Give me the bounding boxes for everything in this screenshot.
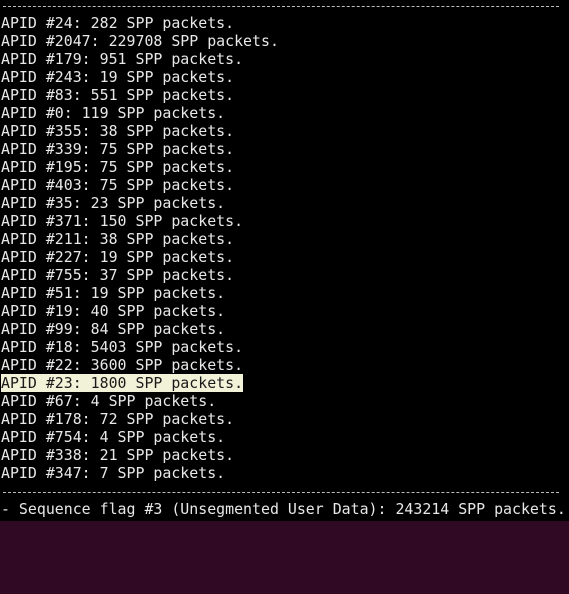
packet-line: APID #243: 19 SPP packets. bbox=[1, 68, 235, 86]
packet-line: APID #195: 75 SPP packets. bbox=[1, 158, 235, 176]
top-separator bbox=[3, 6, 559, 7]
packet-line: APID #347: 7 SPP packets. bbox=[1, 464, 226, 482]
packet-line: APID #18: 5403 SPP packets. bbox=[1, 338, 244, 356]
sequence-flag-summary: - Sequence flag #3 (Unsegmented User Dat… bbox=[1, 500, 566, 518]
packet-line: APID #371: 150 SPP packets. bbox=[1, 212, 244, 230]
packet-line: APID #0: 119 SPP packets. bbox=[1, 104, 226, 122]
packet-line: APID #19: 40 SPP packets. bbox=[1, 302, 226, 320]
packet-line: APID #22: 3600 SPP packets. bbox=[1, 356, 244, 374]
packet-line: APID #83: 551 SPP packets. bbox=[1, 86, 235, 104]
packet-line: APID #754: 4 SPP packets. bbox=[1, 428, 226, 446]
packet-line: APID #35: 23 SPP packets. bbox=[1, 194, 226, 212]
bottom-separator bbox=[3, 492, 559, 493]
packet-line: APID #339: 75 SPP packets. bbox=[1, 140, 235, 158]
packet-line: APID #211: 38 SPP packets. bbox=[1, 230, 235, 248]
packet-line: APID #67: 4 SPP packets. bbox=[1, 392, 217, 410]
packet-line: APID #338: 21 SPP packets. bbox=[1, 446, 235, 464]
packet-line: APID #2047: 229708 SPP packets. bbox=[1, 32, 279, 50]
packet-line: APID #755: 37 SPP packets. bbox=[1, 266, 235, 284]
packet-line: APID #51: 19 SPP packets. bbox=[1, 284, 226, 302]
packet-line: APID #24: 282 SPP packets. bbox=[1, 14, 235, 32]
packet-line: APID #403: 75 SPP packets. bbox=[1, 176, 235, 194]
packet-line: APID #355: 38 SPP packets. bbox=[1, 122, 235, 140]
packet-line: APID #178: 72 SPP packets. bbox=[1, 410, 235, 428]
packet-line: APID #227: 19 SPP packets. bbox=[1, 248, 235, 266]
packet-line-selected[interactable]: APID #23: 1800 SPP packets. bbox=[1, 374, 244, 392]
terminal-window[interactable]: APID #24: 282 SPP packets. APID #2047: 2… bbox=[0, 0, 569, 521]
packet-line: APID #99: 84 SPP packets. bbox=[1, 320, 226, 338]
packet-line: APID #179: 951 SPP packets. bbox=[1, 50, 244, 68]
